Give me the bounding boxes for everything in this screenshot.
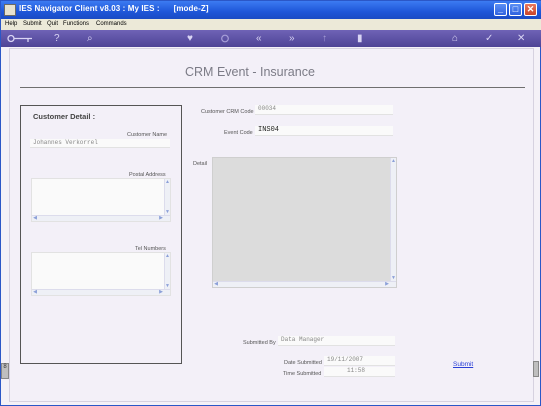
scroll-left-icon[interactable]: ◀	[213, 282, 219, 287]
menu-help[interactable]: Help	[5, 21, 17, 27]
submitted-by-label: Submitted By	[243, 340, 276, 346]
menu-quit[interactable]: Quit	[47, 21, 58, 27]
heart-icon[interactable]: ♥	[187, 32, 193, 45]
detail-field[interactable]: ▲ ▼ ◀ ▶	[212, 157, 397, 288]
submitted-by-field[interactable]: Data Manager	[278, 336, 395, 346]
forward-icon[interactable]: »	[289, 32, 295, 45]
help-icon[interactable]: ?	[54, 32, 60, 45]
event-code-field[interactable]: INS04	[255, 126, 393, 136]
tel-numbers-field[interactable]: ▲ ▼ ◀ ▶	[31, 252, 171, 296]
scroll-right-icon[interactable]: ▶	[384, 282, 390, 287]
date-submitted-field[interactable]: 19/11/2007	[324, 356, 395, 366]
detail-scrollbar-vertical[interactable]: ▲ ▼	[390, 158, 396, 281]
menu-functions[interactable]: Functions	[63, 21, 89, 27]
scroll-right-icon[interactable]: ▶	[158, 216, 164, 221]
maximize-button[interactable]: □	[509, 3, 522, 16]
tel-numbers-scrollbar-vertical[interactable]: ▲ ▼	[164, 253, 170, 289]
time-submitted-field[interactable]: 11:58	[324, 367, 395, 377]
scroll-up-icon[interactable]: ▲	[391, 158, 396, 164]
ok-icon[interactable]: ✓	[485, 32, 493, 45]
page-title: CRM Event - Insurance	[185, 65, 315, 79]
search-icon[interactable]: ⌕	[87, 32, 93, 45]
detail-label: Detail	[193, 161, 208, 167]
submit-link[interactable]: Submit	[453, 361, 473, 368]
scroll-right-icon[interactable]: ▶	[158, 290, 164, 295]
divider	[20, 87, 525, 88]
menu-bar: Help Submit Quit Functions Commands	[1, 19, 541, 30]
customer-name-field[interactable]: Johannes Verkorrel	[30, 139, 170, 148]
time-submitted-label: Time Submitted	[283, 371, 322, 377]
up-icon[interactable]: ↑	[322, 32, 327, 45]
back-icon[interactable]: «	[256, 32, 262, 45]
postal-address-scrollbar-vertical[interactable]: ▲ ▼	[164, 179, 170, 215]
minimize-button[interactable]: _	[494, 3, 507, 16]
side-panel-icon[interactable]: 8	[1, 363, 9, 379]
customer-crm-code-label: Customer CRM Code	[201, 109, 254, 115]
app-window: IES Navigator Client v8.03 : My IES : [m…	[0, 0, 541, 406]
key-icon[interactable]	[7, 34, 33, 43]
scroll-up-icon[interactable]: ▲	[165, 253, 170, 259]
date-submitted-label: Date Submitted	[284, 360, 322, 366]
side-scroll-icon[interactable]	[533, 361, 539, 377]
detail-scrollbar-horizontal[interactable]: ◀ ▶	[213, 281, 396, 287]
customer-crm-code-field[interactable]: 00034	[255, 105, 393, 115]
tel-numbers-scrollbar-horizontal[interactable]: ◀ ▶	[32, 289, 170, 295]
app-icon	[4, 4, 16, 16]
scroll-left-icon[interactable]: ◀	[32, 216, 38, 221]
postal-address-field[interactable]: ▲ ▼ ◀ ▶	[31, 178, 171, 222]
postal-address-scrollbar-horizontal[interactable]: ◀ ▶	[32, 215, 170, 221]
toolbar: ? ⌕ ♥ « » ↑ ▮ ⌂ ✓ ✕	[1, 30, 541, 47]
refresh-icon[interactable]	[220, 34, 230, 43]
menu-submit[interactable]: Submit	[23, 21, 42, 27]
customer-detail-title: Customer Detail :	[33, 112, 96, 121]
scroll-left-icon[interactable]: ◀	[32, 290, 38, 295]
event-code-label: Event Code	[224, 130, 253, 136]
menu-commands[interactable]: Commands	[96, 21, 127, 27]
form-content: CRM Event - Insurance Customer Detail : …	[9, 48, 534, 402]
customer-detail-panel: Customer Detail : Customer Name Johannes…	[20, 105, 182, 364]
title-bar: IES Navigator Client v8.03 : My IES : [m…	[1, 1, 541, 19]
customer-name-label: Customer Name	[127, 132, 168, 138]
scroll-up-icon[interactable]: ▲	[165, 179, 170, 185]
close-icon[interactable]: ✕	[517, 32, 525, 45]
window-title: IES Navigator Client v8.03 : My IES : [m…	[19, 4, 209, 13]
document-icon[interactable]: ▮	[357, 32, 363, 45]
home-icon[interactable]: ⌂	[452, 32, 458, 45]
close-button[interactable]: ✕	[524, 3, 537, 16]
